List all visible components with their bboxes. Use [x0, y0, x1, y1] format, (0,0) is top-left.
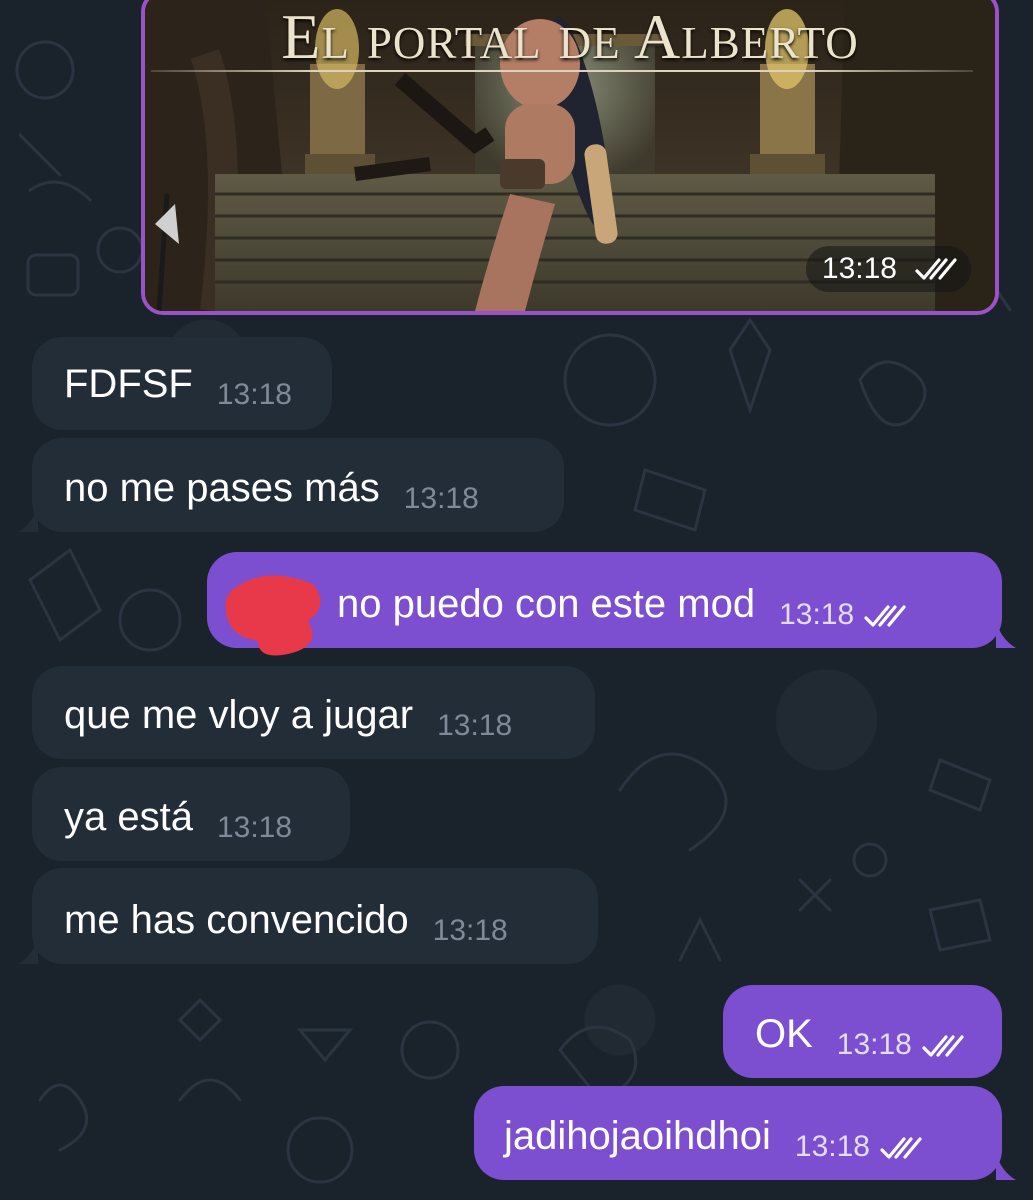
message-time: 13:18: [794, 1130, 870, 1163]
image-timestamp-badge: 13:18: [805, 246, 971, 292]
double-check-icon: [915, 258, 957, 280]
message-text: no puedo con este mod: [337, 582, 756, 626]
double-check-icon: [880, 1137, 922, 1159]
incoming-message[interactable]: no me pases más 13:18: [18, 438, 564, 532]
message-time: 13:18: [216, 811, 293, 844]
image-message[interactable]: El portal de Alberto 13:18: [141, 0, 999, 315]
incoming-message[interactable]: que me vloy a jugar 13:18: [32, 666, 595, 759]
incoming-message[interactable]: ya está 13:18: [32, 767, 350, 861]
message-time: 13:18: [779, 598, 855, 631]
incoming-message[interactable]: FDFSF 13:18: [32, 337, 332, 430]
message-text: me has convencido: [64, 898, 409, 942]
title-divider: [151, 70, 973, 72]
outgoing-message[interactable]: OK 13:18: [723, 985, 1002, 1078]
message-text: no me pases más: [64, 466, 380, 510]
bubble-tail: [18, 506, 38, 532]
bubble-tail: [996, 1154, 1016, 1180]
message-time: 13:18: [216, 378, 292, 411]
message-time: 13:18: [432, 914, 508, 947]
incoming-message[interactable]: me has convencido 13:18: [18, 868, 598, 964]
double-check-icon: [922, 1035, 964, 1057]
message-text: OK: [755, 1012, 813, 1056]
message-time: 13:18: [836, 1028, 912, 1061]
message-time: 13:18: [403, 482, 479, 515]
message-text: FDFSF: [64, 362, 193, 406]
bubble-tail: [18, 938, 38, 964]
message-text: que me vloy a jugar: [64, 693, 414, 737]
red-scribble-redaction: [225, 575, 321, 656]
message-text: ya está: [64, 795, 193, 839]
image-time: 13:18: [821, 252, 897, 285]
bubble-tail: [996, 622, 1016, 648]
message-time: 13:18: [437, 709, 513, 742]
outgoing-message[interactable]: jadihojaoihdhoi 13:18: [474, 1086, 1016, 1180]
message-text: jadihojaoihdhoi: [504, 1114, 771, 1158]
image-title: El portal de Alberto: [281, 1, 859, 72]
double-check-icon: [864, 605, 906, 627]
